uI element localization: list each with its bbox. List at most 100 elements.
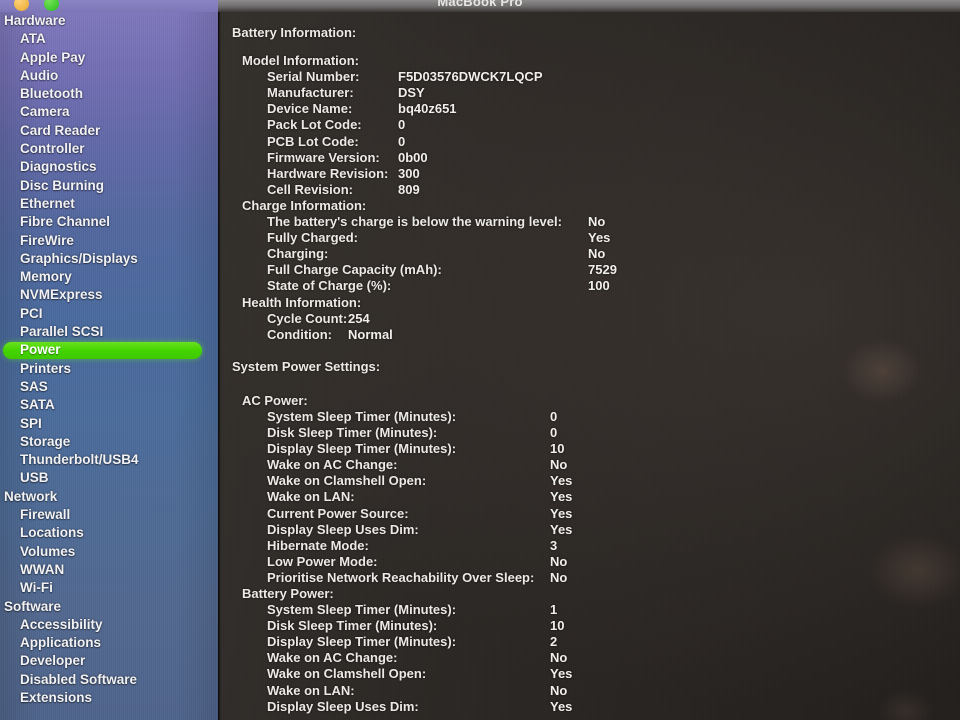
- detail-row: Condition: Normal: [218, 327, 960, 343]
- sidebar-item-graphics-displays[interactable]: Graphics/Displays: [0, 250, 218, 268]
- sidebar-item-spi[interactable]: SPI: [0, 415, 218, 433]
- sidebar-item-network[interactable]: Network: [0, 488, 218, 506]
- sidebar-item-label: Diagnostics: [20, 159, 97, 175]
- sidebar-item-pci[interactable]: PCI: [0, 305, 218, 323]
- sidebar-item-firewire[interactable]: FireWire: [0, 232, 218, 250]
- detail-row: Disk Sleep Timer (Minutes): 10: [218, 618, 960, 634]
- sidebar-item-volumes[interactable]: Volumes: [0, 543, 218, 561]
- heading-label: Charge Information:: [242, 197, 367, 213]
- detail-value: No: [550, 682, 568, 698]
- sidebar-item-disc-burning[interactable]: Disc Burning: [0, 177, 218, 195]
- detail-key: Low Power Mode:: [267, 553, 378, 569]
- detail-value: 809: [398, 181, 420, 197]
- detail-key: The battery's charge is below the warnin…: [267, 214, 562, 230]
- sidebar-item-camera[interactable]: Camera: [0, 103, 218, 121]
- sidebar-item-controller[interactable]: Controller: [0, 140, 218, 158]
- system-information-window: Hardware ATA Apple Pay Audio Bluetooth Camera…: [0, 0, 960, 720]
- detail-key: Current Power Source:: [267, 505, 409, 521]
- sidebar-item-power[interactable]: Power: [0, 341, 218, 360]
- detail-row: Wake on LAN: Yes: [218, 489, 960, 505]
- sidebar-item-label: Software: [4, 598, 62, 614]
- detail-row: System Sleep Timer (Minutes): 0: [218, 409, 960, 425]
- sidebar-item-wi-fi[interactable]: Wi-Fi: [0, 579, 218, 597]
- detail-key: Disk Sleep Timer (Minutes):: [267, 425, 438, 441]
- sidebar-item-label: PCI: [20, 305, 43, 321]
- detail-row: Full Charge Capacity (mAh): 7529: [218, 262, 960, 278]
- detail-row: Manufacturer: DSY: [218, 85, 960, 101]
- detail-row: Disk Sleep Timer (Minutes): 0: [218, 425, 960, 441]
- sidebar-item-developer[interactable]: Developer: [0, 652, 218, 670]
- sidebar-item-label: Network: [4, 488, 58, 504]
- sidebar-item-thunderbolt-usb4[interactable]: Thunderbolt/USB4: [0, 451, 218, 469]
- heading-system-power-settings: System Power Settings:: [218, 359, 960, 375]
- sidebar-item-software[interactable]: Software: [0, 598, 218, 616]
- detail-key: Firmware Version:: [267, 149, 380, 165]
- sidebar-item-sata[interactable]: SATA: [0, 396, 218, 414]
- detail-row: Wake on Clamshell Open: Yes: [218, 473, 960, 489]
- sidebar[interactable]: Hardware ATA Apple Pay Audio Bluetooth Camera…: [0, 11, 218, 720]
- sidebar-item-applications[interactable]: Applications: [0, 634, 218, 652]
- detail-value: Yes: [550, 666, 573, 682]
- content-pane[interactable]: Battery Information: Model Information: Se…: [218, 11, 960, 720]
- sidebar-item-audio[interactable]: Audio: [0, 67, 218, 85]
- sidebar-item-hardware[interactable]: Hardware: [0, 12, 218, 30]
- detail-row: Display Sleep Timer (Minutes): 2: [218, 634, 960, 650]
- sidebar-item-bluetooth[interactable]: Bluetooth: [0, 85, 218, 103]
- sidebar-item-label: Parallel SCSI: [20, 324, 104, 340]
- sidebar-item-apple-pay[interactable]: Apple Pay: [0, 49, 218, 67]
- detail-value: No: [550, 650, 568, 666]
- sidebar-item-card-reader[interactable]: Card Reader: [0, 122, 218, 140]
- detail-key: Wake on LAN:: [267, 682, 355, 698]
- detail-value: bq40z651: [398, 101, 457, 117]
- detail-value: DSY: [398, 85, 425, 101]
- sidebar-item-ethernet[interactable]: Ethernet: [0, 195, 218, 213]
- sidebar-item-nvmexpress[interactable]: NVMExpress: [0, 286, 218, 304]
- sidebar-item-list[interactable]: Hardware ATA Apple Pay Audio Bluetooth Camera…: [0, 11, 218, 707]
- detail-value: Yes: [550, 473, 573, 489]
- detail-row: Display Sleep Timer (Minutes): 10: [218, 441, 960, 457]
- sidebar-item-memory[interactable]: Memory: [0, 268, 218, 286]
- window-titlebar[interactable]: MacBook Pro: [0, 0, 960, 12]
- sidebar-item-label: Memory: [20, 269, 72, 285]
- detail-key: Hardware Revision:: [267, 165, 389, 181]
- detail-row: System Sleep Timer (Minutes): 1: [218, 602, 960, 618]
- detail-value: 2: [550, 634, 558, 650]
- detail-key: Serial Number:: [267, 69, 360, 85]
- sidebar-item-ata[interactable]: ATA: [0, 30, 218, 48]
- heading-charge-information: Charge Information:: [218, 198, 960, 214]
- sidebar-item-extensions[interactable]: Extensions: [0, 689, 218, 707]
- heading-health-information: Health Information:: [218, 295, 960, 311]
- sidebar-item-wwan[interactable]: WWAN: [0, 561, 218, 579]
- heading-label: Battery Power:: [242, 586, 334, 601]
- sidebar-item-label: Storage: [20, 433, 71, 449]
- heading-label: System Power Settings:: [232, 358, 381, 374]
- sidebar-item-fibre-channel[interactable]: Fibre Channel: [0, 213, 218, 231]
- detail-row: Firmware Version: 0b00: [218, 150, 960, 166]
- sidebar-item-parallel-scsi[interactable]: Parallel SCSI: [0, 323, 218, 341]
- heading-label: Battery Information:: [232, 25, 357, 40]
- detail-key: Display Sleep Uses Dim:: [267, 521, 419, 537]
- sidebar-item-label: Apple Pay: [20, 49, 86, 65]
- detail-value: No: [550, 553, 568, 569]
- detail-key: Hibernate Mode:: [267, 537, 369, 553]
- detail-row: Cycle Count: 254: [218, 311, 960, 327]
- sidebar-item-usb[interactable]: USB: [0, 469, 218, 487]
- sidebar-item-printers[interactable]: Printers: [0, 360, 218, 378]
- detail-row: Cell Revision: 809: [218, 182, 960, 198]
- detail-key: State of Charge (%):: [267, 278, 392, 294]
- detail-row: Display Sleep Uses Dim: Yes: [218, 522, 960, 538]
- sidebar-item-locations[interactable]: Locations: [0, 524, 218, 542]
- detail-key: PCB Lot Code:: [267, 133, 359, 149]
- sidebar-item-storage[interactable]: Storage: [0, 433, 218, 451]
- sidebar-item-firewall[interactable]: Firewall: [0, 506, 218, 524]
- sidebar-item-accessibility[interactable]: Accessibility: [0, 616, 218, 634]
- detail-key: Manufacturer:: [267, 85, 354, 101]
- sidebar-item-label: Thunderbolt/USB4: [20, 452, 139, 468]
- detail-row: Wake on AC Change: No: [218, 650, 960, 666]
- detail-key: System Sleep Timer (Minutes):: [267, 408, 457, 424]
- sidebar-item-sas[interactable]: SAS: [0, 378, 218, 396]
- sidebar-item-disabled-software[interactable]: Disabled Software: [0, 671, 218, 689]
- sidebar-item-diagnostics[interactable]: Diagnostics: [0, 158, 218, 176]
